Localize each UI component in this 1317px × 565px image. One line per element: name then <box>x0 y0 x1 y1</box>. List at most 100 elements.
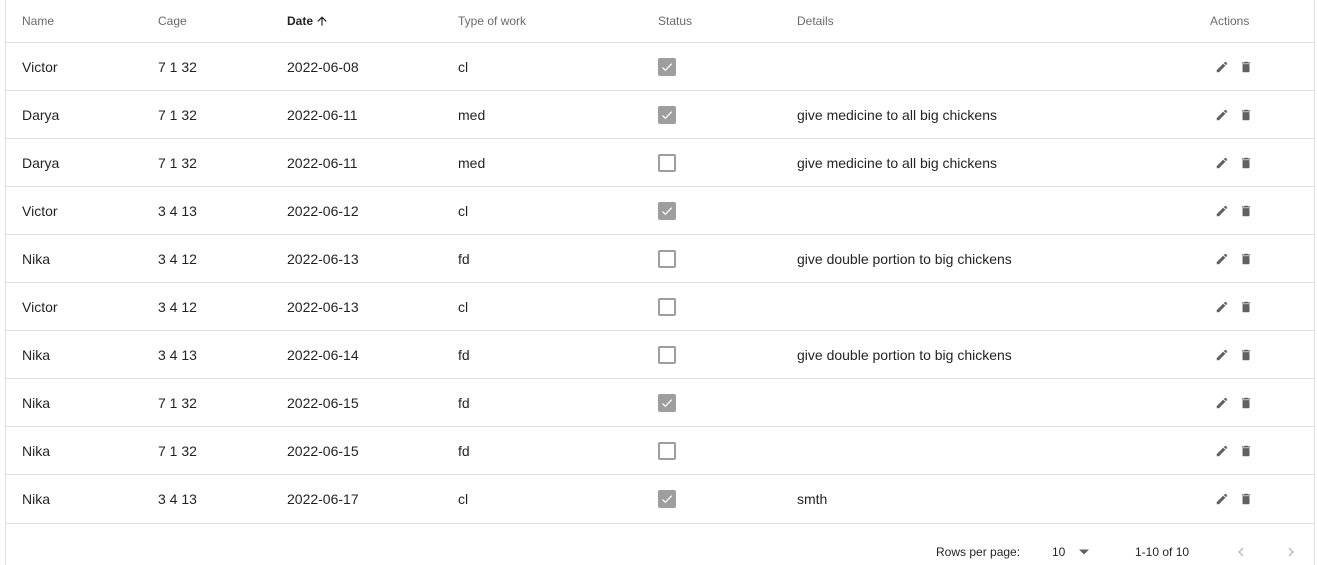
column-header-date[interactable]: Date <box>287 0 329 42</box>
table-row[interactable]: Victor 3 4 12 2022-06-13 cl <box>6 283 1314 331</box>
column-header-status[interactable]: Status <box>658 0 692 42</box>
cell-details: give medicine to all big chickens <box>797 106 997 123</box>
cell-cage: 7 1 32 <box>158 154 197 171</box>
arrow-up-icon[interactable] <box>315 14 329 28</box>
trash-icon[interactable] <box>1234 343 1258 367</box>
cell-type: cl <box>458 58 469 75</box>
cell-name: Nika <box>22 250 51 267</box>
rows-per-page-value: 10 <box>1052 545 1066 559</box>
chevron-left-icon[interactable] <box>1232 543 1250 561</box>
trash-icon[interactable] <box>1234 439 1258 463</box>
pencil-icon[interactable] <box>1210 151 1234 175</box>
cell-date: 2022-06-08 <box>287 58 359 75</box>
cell-details: give medicine to all big chickens <box>797 154 997 171</box>
cell-status <box>658 283 676 330</box>
status-checkbox[interactable] <box>658 297 676 316</box>
cell-date: 2022-06-14 <box>287 346 359 363</box>
cell-name: Darya <box>22 154 60 171</box>
table-body: Victor 7 1 32 2022-06-08 cl Darya 7 1 32… <box>6 43 1314 524</box>
cell-type: cl <box>458 491 469 507</box>
cell-cage: 3 4 13 <box>158 202 197 219</box>
cell-name: Victor <box>22 298 58 315</box>
trash-icon[interactable] <box>1234 247 1258 271</box>
cell-date: 2022-06-12 <box>287 202 359 219</box>
cell-actions <box>1210 379 1258 426</box>
cell-actions <box>1210 139 1258 186</box>
status-checkbox[interactable] <box>658 393 676 412</box>
status-checkbox[interactable] <box>658 490 676 508</box>
cell-cage: 3 4 13 <box>158 491 197 507</box>
status-checkbox[interactable] <box>658 105 676 124</box>
status-checkbox[interactable] <box>658 249 676 268</box>
cell-name: Victor <box>22 58 58 75</box>
cell-type: fd <box>458 442 470 459</box>
status-checkbox[interactable] <box>658 441 676 460</box>
column-header-date-label: Date <box>287 14 314 28</box>
cell-cage: 7 1 32 <box>158 58 197 75</box>
cell-type: cl <box>458 298 469 315</box>
table-row[interactable]: Nika 3 4 12 2022-06-13 fd give double po… <box>6 235 1314 283</box>
cell-name: Darya <box>22 106 60 123</box>
table-row[interactable]: Nika 3 4 13 2022-06-17 cl smth <box>6 475 1314 524</box>
cell-details: give double portion to big chickens <box>797 250 1012 267</box>
cell-status <box>658 139 676 186</box>
trash-icon[interactable] <box>1234 151 1258 175</box>
pencil-icon[interactable] <box>1210 487 1234 511</box>
cell-status <box>658 475 676 523</box>
pencil-icon[interactable] <box>1210 439 1234 463</box>
status-checkbox[interactable] <box>658 153 676 172</box>
column-header-details[interactable]: Details <box>797 0 834 42</box>
table-row[interactable]: Nika 3 4 13 2022-06-14 fd give double po… <box>6 331 1314 379</box>
table-header-row: Name Cage Date Type of work Status Detai… <box>6 0 1314 43</box>
pencil-icon[interactable] <box>1210 103 1234 127</box>
trash-icon[interactable] <box>1234 199 1258 223</box>
status-checkbox[interactable] <box>658 201 676 220</box>
cell-details: smth <box>797 491 828 507</box>
column-header-actions: Actions <box>1210 14 1250 28</box>
cell-actions <box>1210 475 1258 523</box>
status-checkbox[interactable] <box>658 57 676 76</box>
cell-type: fd <box>458 250 470 267</box>
pencil-icon[interactable] <box>1210 199 1234 223</box>
table-row[interactable]: Nika 7 1 32 2022-06-15 fd <box>6 427 1314 475</box>
status-checkbox[interactable] <box>658 345 676 364</box>
cell-type: med <box>458 154 486 171</box>
trash-icon[interactable] <box>1234 391 1258 415</box>
pagination-range: 1-10 of 10 <box>1135 545 1190 559</box>
pencil-icon[interactable] <box>1210 391 1234 415</box>
trash-icon[interactable] <box>1234 103 1258 127</box>
cell-cage: 7 1 32 <box>158 394 197 411</box>
pagination-footer: Rows per page: 10 1-10 of 10 <box>6 523 1314 565</box>
pencil-icon[interactable] <box>1210 343 1234 367</box>
column-header-type[interactable]: Type of work <box>458 0 526 42</box>
pencil-icon[interactable] <box>1210 295 1234 319</box>
table-row[interactable]: Darya 7 1 32 2022-06-11 med give medicin… <box>6 91 1314 139</box>
pencil-icon[interactable] <box>1210 55 1234 79</box>
table-row[interactable]: Darya 7 1 32 2022-06-11 med give medicin… <box>6 139 1314 187</box>
table-row[interactable]: Nika 7 1 32 2022-06-15 fd <box>6 379 1314 427</box>
cell-status <box>658 379 676 426</box>
trash-icon[interactable] <box>1234 487 1258 511</box>
column-header-cage[interactable]: Cage <box>158 0 187 42</box>
cell-type: med <box>458 106 486 123</box>
cell-date: 2022-06-11 <box>287 154 358 171</box>
trash-icon[interactable] <box>1234 55 1258 79</box>
cell-date: 2022-06-13 <box>287 250 359 267</box>
table-row[interactable]: Victor 7 1 32 2022-06-08 cl <box>6 43 1314 91</box>
rows-per-page-select[interactable]: 10 <box>1052 543 1090 561</box>
table-row[interactable]: Victor 3 4 13 2022-06-12 cl <box>6 187 1314 235</box>
cell-status <box>658 91 676 138</box>
cell-actions <box>1210 187 1258 234</box>
cell-name: Nika <box>22 394 51 411</box>
cell-actions <box>1210 427 1258 474</box>
column-header-name[interactable]: Name <box>22 0 54 42</box>
cell-actions <box>1210 331 1258 378</box>
cell-cage: 3 4 13 <box>158 346 197 363</box>
pencil-icon[interactable] <box>1210 247 1234 271</box>
cell-name: Nika <box>22 346 51 363</box>
cell-status <box>658 187 676 234</box>
cell-name: Nika <box>22 442 51 459</box>
trash-icon[interactable] <box>1234 295 1258 319</box>
chevron-right-icon[interactable] <box>1282 543 1300 561</box>
cell-cage: 3 4 12 <box>158 250 197 267</box>
